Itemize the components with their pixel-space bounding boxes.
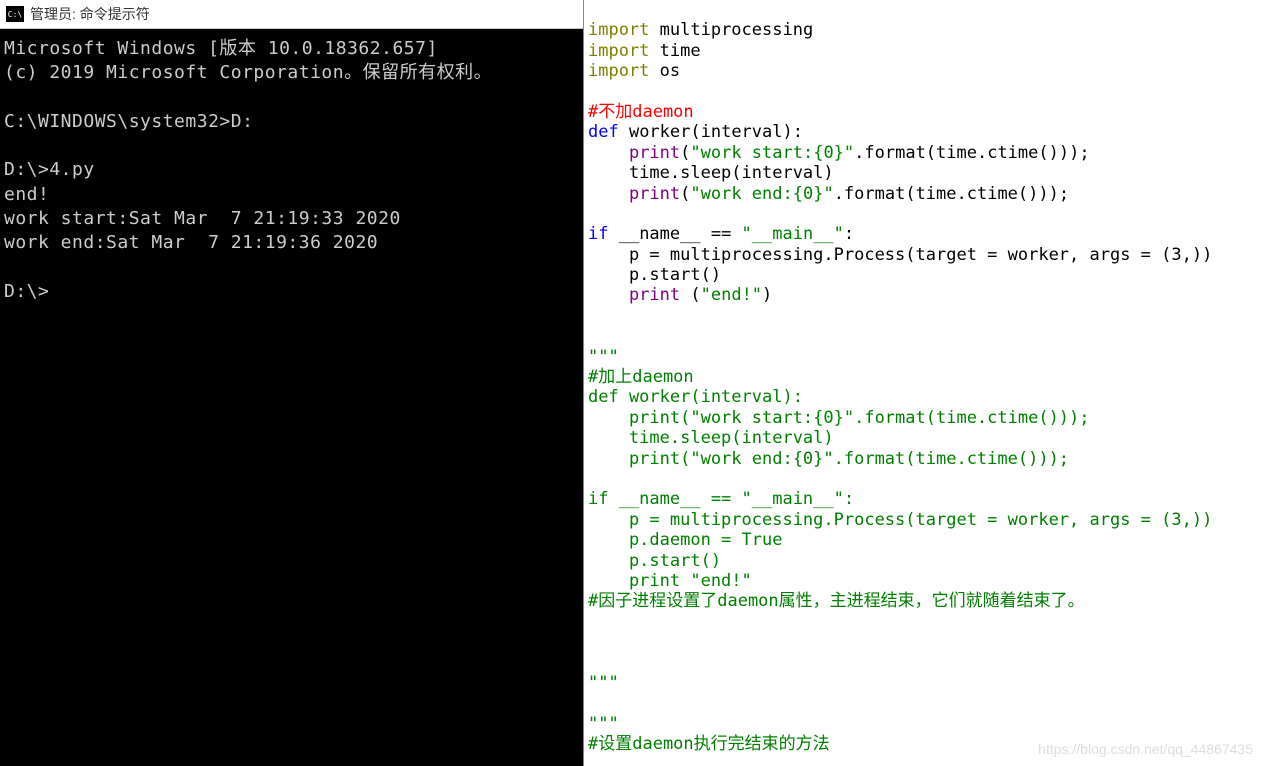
code-line: #因子进程设置了daemon属性，主进程结束，它们就随着结束了。 [588, 591, 1259, 611]
code-line: time.sleep(interval) [588, 163, 1259, 183]
code-token: ( [680, 143, 690, 163]
code-token: """ [588, 347, 619, 367]
code-line: p = multiprocessing.Process(target = wor… [588, 510, 1259, 530]
watermark-text: https://blog.csdn.net/qq_44867435 [1038, 741, 1253, 758]
code-token: print "end!" [588, 571, 752, 591]
code-line: """ [588, 673, 1259, 693]
code-token: p.daemon = True [588, 530, 782, 550]
code-token: print("work start:{0}".format(time.ctime… [588, 408, 1090, 428]
code-line: print("work start:{0}".format(time.ctime… [588, 408, 1259, 428]
code-line [588, 693, 1259, 713]
code-token: import [588, 61, 649, 81]
code-token: worker [629, 122, 690, 142]
code-token: if __name__ == "__main__": [588, 489, 854, 509]
cmd-terminal[interactable]: Microsoft Windows [版本 10.0.18362.657] (c… [0, 29, 583, 766]
cmd-title-bar[interactable]: C:\ 管理员: 命令提示符 [0, 0, 583, 29]
cmd-window: C:\ 管理员: 命令提示符 Microsoft Windows [版本 10.… [0, 0, 584, 766]
code-token: : [844, 224, 854, 244]
cmd-icon: C:\ [6, 6, 24, 22]
code-editor[interactable]: import multiprocessingimport timeimport … [584, 0, 1263, 766]
code-token: "end!" [701, 285, 762, 305]
code-line: print("work end:{0}".format(time.ctime()… [588, 184, 1259, 204]
code-token [588, 184, 629, 204]
code-token: import [588, 20, 649, 40]
code-line: """ [588, 347, 1259, 367]
code-token [588, 143, 629, 163]
code-line: p.start() [588, 265, 1259, 285]
code-token: time.sleep(interval) [588, 163, 834, 183]
code-token: p.start() [588, 551, 721, 571]
code-line [588, 82, 1259, 102]
code-token: if [588, 224, 608, 244]
code-token: p = multiprocessing.Process(target = wor… [588, 510, 1212, 530]
code-token: time [649, 41, 700, 61]
code-line: #不加daemon [588, 102, 1259, 122]
code-token: print [629, 285, 680, 305]
code-token: p = multiprocessing.Process(target = wor… [588, 245, 1212, 265]
code-token: ( [680, 285, 700, 305]
code-token: #设置daemon执行完结束的方法 [588, 734, 830, 754]
code-token: """ [588, 673, 619, 693]
code-token: (interval): [690, 122, 803, 142]
cmd-title-text: 管理员: 命令提示符 [30, 4, 150, 24]
code-token: ) [762, 285, 772, 305]
code-token: def [588, 122, 629, 142]
code-line: print "end!" [588, 571, 1259, 591]
code-token: os [649, 61, 680, 81]
code-token: print [629, 184, 680, 204]
code-line [588, 306, 1259, 326]
code-token: #加上daemon [588, 367, 694, 387]
code-line: print ("end!") [588, 285, 1259, 305]
code-token: .format(time.ctime())); [854, 143, 1089, 163]
code-line: p.start() [588, 551, 1259, 571]
code-token: def worker(interval): [588, 387, 803, 407]
code-line: if __name__ == "__main__": [588, 489, 1259, 509]
code-token: "__main__" [742, 224, 844, 244]
code-token: import [588, 41, 649, 61]
code-token: ( [680, 184, 690, 204]
code-line: print("work start:{0}".format(time.ctime… [588, 143, 1259, 163]
code-line: def worker(interval): [588, 387, 1259, 407]
code-token [588, 285, 629, 305]
code-token: #不加daemon [588, 102, 694, 122]
code-line [588, 326, 1259, 346]
code-line [588, 469, 1259, 489]
code-token: multiprocessing [649, 20, 813, 40]
code-line: p.daemon = True [588, 530, 1259, 550]
code-line [588, 204, 1259, 224]
code-line: import time [588, 41, 1259, 61]
code-line [588, 653, 1259, 673]
code-line: import multiprocessing [588, 20, 1259, 40]
code-line [588, 0, 1259, 20]
code-token: """ [588, 714, 619, 734]
code-token: "work start:{0}" [690, 143, 854, 163]
code-line: def worker(interval): [588, 122, 1259, 142]
code-line: import os [588, 61, 1259, 81]
code-line: print("work end:{0}".format(time.ctime()… [588, 449, 1259, 469]
code-token: #因子进程设置了daemon属性，主进程结束，它们就随着结束了。 [588, 591, 1085, 611]
code-token: time.sleep(interval) [588, 428, 834, 448]
code-token: print("work end:{0}".format(time.ctime()… [588, 449, 1069, 469]
code-token: "work end:{0}" [690, 184, 833, 204]
code-line [588, 632, 1259, 652]
code-line: if __name__ == "__main__": [588, 224, 1259, 244]
code-line: #加上daemon [588, 367, 1259, 387]
code-token: p.start() [588, 265, 721, 285]
code-line: time.sleep(interval) [588, 428, 1259, 448]
code-token: __name__ == [608, 224, 741, 244]
code-token: .format(time.ctime())); [834, 184, 1069, 204]
code-line: """ [588, 714, 1259, 734]
code-token: print [629, 143, 680, 163]
code-line [588, 612, 1259, 632]
code-line: p = multiprocessing.Process(target = wor… [588, 245, 1259, 265]
